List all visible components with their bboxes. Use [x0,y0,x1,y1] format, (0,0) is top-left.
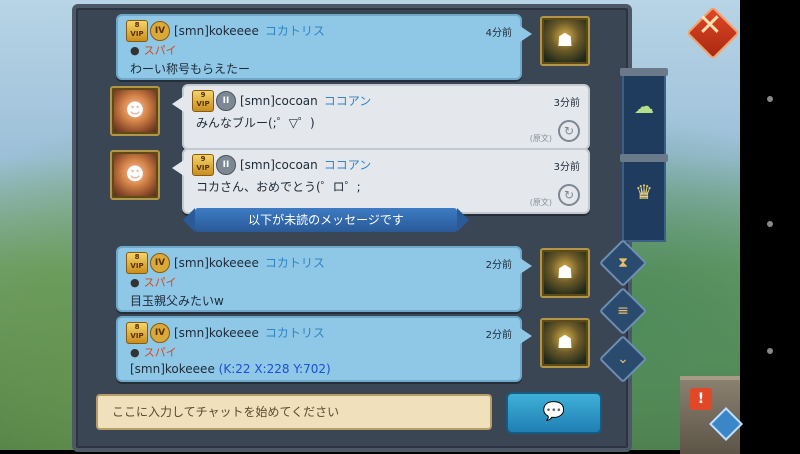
role-label: ● スパイ [130,276,177,289]
message-time: 3分前 [553,162,580,173]
knight-avatar[interactable]: ☗ [540,16,590,66]
knight-face-icon: ☗ [556,332,574,353]
mouse-avatar[interactable]: ☻ [110,150,160,200]
mouse-avatar[interactable]: ☻ [110,86,160,136]
nav-dot-top[interactable] [767,96,773,102]
mouse-face-icon: ☻ [125,164,145,185]
message-text: [smn]kokeeee (K:22 X:228 Y:702) [130,362,331,376]
message-time: 3分前 [553,98,580,109]
gem-icon [709,407,743,441]
original-text-link[interactable]: (原文) [530,133,552,144]
original-text-link[interactable]: (原文) [530,197,552,208]
alert-icon: ! [690,388,712,410]
knight-face-icon: ☗ [556,262,574,283]
guild-wings-icon: ♛ [635,180,653,204]
mouse-face-icon: ☻ [125,100,145,121]
castle-widget[interactable]: ! [680,376,743,454]
bomb-icon: ● [130,346,140,359]
chat-message: 8 VIP IV [smn]kokeeee コカトリス 2分前 ● スパイ [smn]… [116,316,532,382]
message-time: 2分前 [485,260,512,271]
message-text: わーい称号もらえたー [130,62,251,76]
vip-badge: 8 VIP [126,322,148,344]
vip-badge: 9 VIP [192,154,214,176]
map-icon: ☁ [634,94,654,118]
rank-badge: II [216,155,236,175]
chat-message: 9 VIP II [smn]cocoan ココアン 3分前 コカさん、おめでとう(゜… [172,148,590,214]
chat-input[interactable]: ここに入力してチャットを始めてください [96,394,492,430]
sender-name[interactable]: [smn]kokeeee コカトリス [174,254,325,271]
rank-badge: IV [150,323,170,343]
unread-banner: 以下が未読のメッセージです [183,208,469,232]
knight-avatar[interactable]: ☗ [540,318,590,368]
coordinate-link[interactable]: (K:22 X:228 Y:702) [219,362,331,376]
message-text: コカさん、おめでとう(゜ロ゜; [196,180,361,194]
message-text: みんなブルー(;゜▽゜) [196,116,315,130]
chat-bubble-icon: 💬 [542,401,566,422]
vip-badge: 8 VIP [126,20,148,42]
rank-badge: IV [150,21,170,41]
close-button[interactable]: ✕ [684,4,740,60]
chevron-down-icon: ⌄ [617,351,629,367]
message-time: 4分前 [485,28,512,39]
bomb-icon: ● [130,44,140,57]
chat-message: 9 VIP II [smn]cocoan ココアン 3分前 みんなブルー(;゜▽゜)… [172,84,590,150]
translate-icon[interactable]: ↻ [558,184,580,206]
knight-avatar[interactable]: ☗ [540,248,590,298]
bomb-icon: ● [130,276,140,289]
tab-kingdom[interactable]: ☁ [620,68,668,156]
translate-icon[interactable]: ↻ [558,120,580,142]
chat-message: 8 VIP IV [smn]kokeeee コカトリス 4分前 ● スパイ わーい称号… [116,14,532,80]
role-label: ● スパイ [130,44,177,57]
nav-dot-middle[interactable] [767,221,773,227]
nav-dot-bottom[interactable] [767,348,773,354]
sender-name[interactable]: [smn]kokeeee コカトリス [174,22,325,39]
vip-badge: 9 VIP [192,90,214,112]
message-text: 目玉親父みたいw [130,294,224,308]
message-time: 2分前 [485,330,512,341]
sender-name[interactable]: [smn]kokeeee コカトリス [174,324,325,341]
vip-badge: 8 VIP [126,252,148,274]
sender-name[interactable]: [smn]cocoan ココアン [240,92,371,109]
send-button[interactable]: 💬 [506,392,602,434]
knight-face-icon: ☗ [556,30,574,51]
list-icon: ≡ [617,303,629,319]
rank-badge: IV [150,253,170,273]
hourglass-icon: ⧗ [618,255,628,271]
close-icon: ✕ [697,8,723,43]
sender-name[interactable]: [smn]cocoan ココアン [240,156,371,173]
role-label: ● スパイ [130,346,177,359]
tab-guild[interactable]: ♛ [620,154,668,242]
chat-message: 8 VIP IV [smn]kokeeee コカトリス 2分前 ● スパイ 目玉親父み… [116,246,532,312]
rank-badge: II [216,91,236,111]
